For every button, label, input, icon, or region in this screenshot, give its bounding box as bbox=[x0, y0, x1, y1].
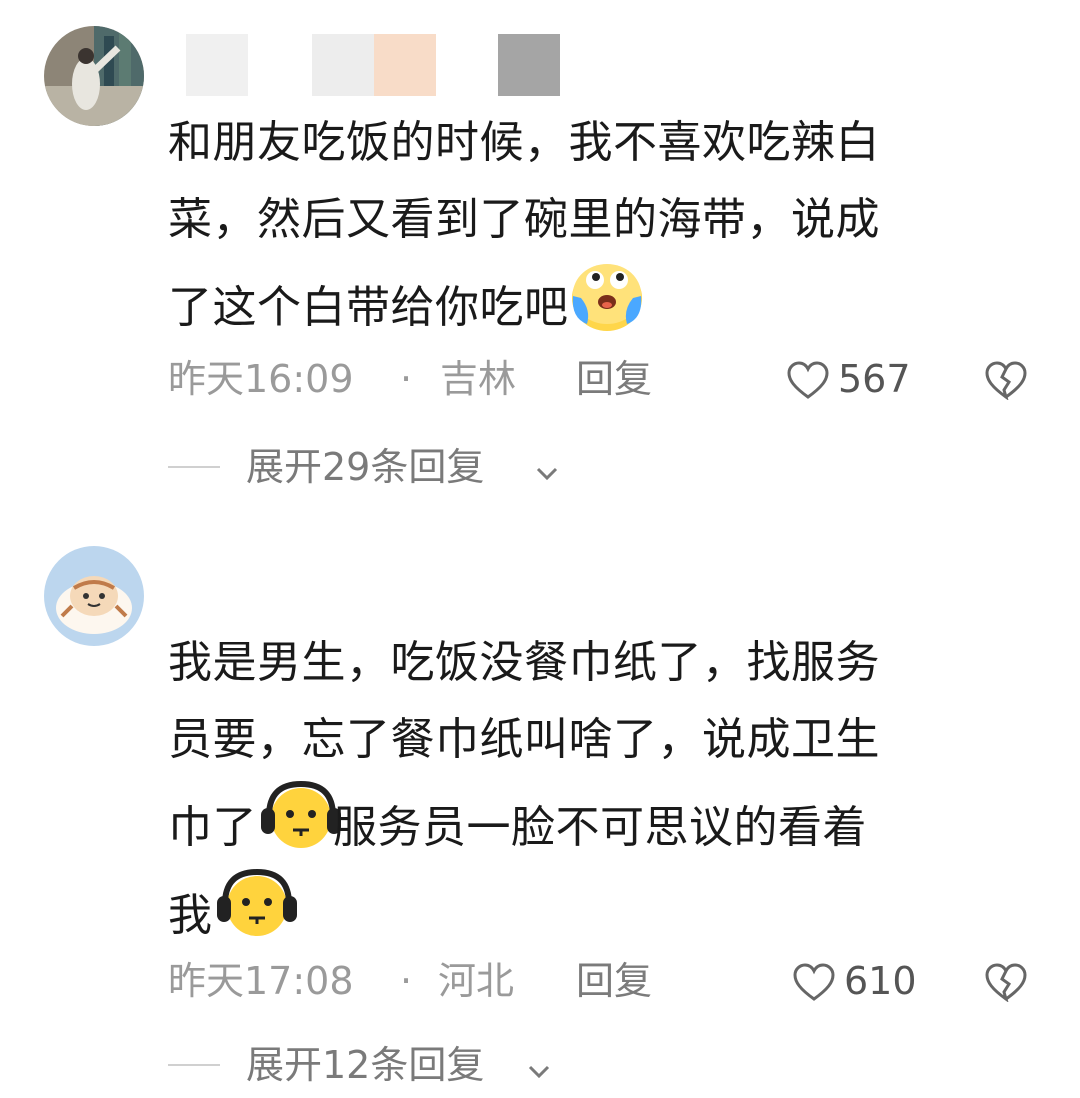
separator: · bbox=[400, 357, 413, 401]
expand-replies-button[interactable]: 展开29条回复 bbox=[168, 442, 668, 492]
like-count: 610 bbox=[844, 959, 917, 1003]
like-count: 567 bbox=[838, 357, 911, 401]
divider bbox=[168, 1064, 220, 1066]
comment-meta: 昨天17:08 · 河北 回复 610 bbox=[168, 956, 1038, 1006]
heart-outline-icon[interactable] bbox=[792, 962, 836, 1014]
comment-text: 和朋友吃饭的时候，我不喜欢吃辣白 菜，然后又看到了碗里的海带，说成 了这个白带给… bbox=[168, 117, 880, 334]
headphones-speechless-emoji-icon bbox=[257, 778, 341, 854]
broken-heart-icon[interactable] bbox=[984, 962, 1028, 1014]
avatar[interactable] bbox=[44, 546, 144, 646]
expand-replies-button[interactable]: 展开12条回复 bbox=[168, 1040, 668, 1090]
reply-button[interactable]: 回复 bbox=[576, 354, 652, 404]
avatar[interactable] bbox=[44, 26, 144, 126]
location: 吉林 bbox=[440, 357, 517, 401]
heart-outline-icon[interactable] bbox=[786, 360, 830, 412]
broken-heart-icon[interactable] bbox=[984, 360, 1028, 412]
crying-laughing-emoji-icon bbox=[569, 258, 645, 334]
chevron-down-icon bbox=[524, 1048, 554, 1098]
divider bbox=[168, 466, 220, 468]
reply-button[interactable]: 回复 bbox=[576, 956, 652, 1006]
chevron-down-icon bbox=[532, 450, 562, 500]
separator: · bbox=[400, 959, 413, 1003]
comment-text: 我是男生，吃饭没餐巾纸了，找服务 员要，忘了餐巾纸叫啥了，说成卫生 巾了 服务员… bbox=[168, 637, 880, 942]
timestamp: 昨天17:08 bbox=[168, 959, 354, 1003]
timestamp: 昨天16:09 bbox=[168, 357, 354, 401]
headphones-speechless-emoji-icon bbox=[213, 866, 297, 942]
location: 河北 bbox=[438, 959, 515, 1003]
comment-meta: 昨天16:09 · 吉林 回复 567 bbox=[168, 354, 1038, 404]
